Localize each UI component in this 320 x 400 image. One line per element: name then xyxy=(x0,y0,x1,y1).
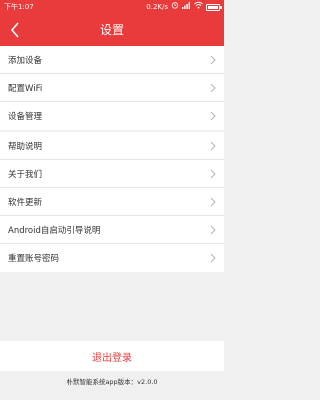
row-label: Android自启动引导说明 xyxy=(8,225,101,236)
battery-level xyxy=(208,5,219,9)
header-bar: 设置 xyxy=(0,14,224,46)
wifi-icon xyxy=(194,0,203,14)
status-indicators: 0.2K/s xyxy=(146,0,222,14)
row-label: 软件更新 xyxy=(8,197,43,208)
alarm-icon xyxy=(171,0,179,14)
row-help[interactable]: 帮助说明 xyxy=(0,132,224,160)
settings-group-device: 添加设备 配置WiFi 设备管理 xyxy=(0,46,224,130)
logout-button[interactable]: 退出登录 xyxy=(0,341,224,371)
row-label: 关于我们 xyxy=(8,169,43,180)
row-software-update[interactable]: 软件更新 xyxy=(0,188,224,216)
chevron-right-icon xyxy=(210,225,216,234)
row-label: 重置账号密码 xyxy=(8,254,60,264)
chevron-right-icon xyxy=(210,169,216,178)
status-bar: 下午1:07 0.2K/s xyxy=(0,0,224,14)
row-device-management[interactable]: 设备管理 xyxy=(0,102,224,130)
chevron-right-icon xyxy=(210,83,216,92)
row-reset-password[interactable]: 重置账号密码 xyxy=(0,244,224,272)
row-label: 设备管理 xyxy=(8,112,43,122)
network-speed: 0.2K/s xyxy=(146,3,168,11)
settings-group-app: 帮助说明 关于我们 软件更新 Android自启动引导说明 重置账号密码 xyxy=(0,132,224,272)
row-config-wifi[interactable]: 配置WiFi xyxy=(0,74,224,102)
row-label: 配置WiFi xyxy=(8,83,43,94)
chevron-right-icon xyxy=(210,253,216,263)
chevron-right-icon xyxy=(210,111,216,121)
signal-icon xyxy=(182,0,191,14)
status-time: 下午1:07 xyxy=(4,3,34,11)
row-about-us[interactable]: 关于我们 xyxy=(0,160,224,188)
battery-icon xyxy=(206,3,222,11)
chevron-right-icon xyxy=(210,55,216,64)
logout-label: 退出登录 xyxy=(92,352,132,364)
row-label: 添加设备 xyxy=(8,55,43,66)
version-info: 朴默智能系统app版本：v2.0.0 xyxy=(66,378,158,386)
row-android-autostart[interactable]: Android自启动引导说明 xyxy=(0,216,224,244)
chevron-right-icon xyxy=(210,197,216,206)
page-title: 设置 xyxy=(99,23,124,37)
row-add-device[interactable]: 添加设备 xyxy=(0,46,224,74)
chevron-right-icon xyxy=(210,141,216,150)
row-label: 帮助说明 xyxy=(8,141,43,152)
